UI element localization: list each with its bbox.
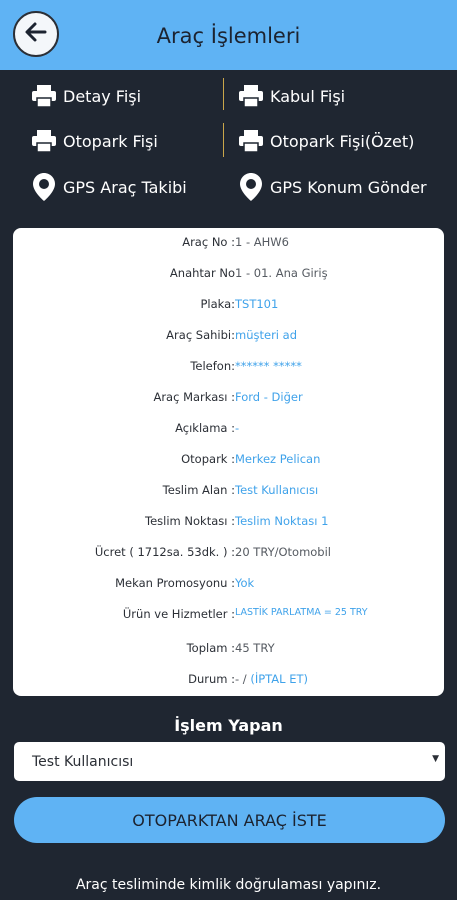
vehicle-no-value: 1 - AHW6 (235, 235, 289, 249)
identity-verification-note: Araç tesliminde kimlik doğrulaması yapın… (75, 877, 382, 893)
gps-vehicle-tracking-button[interactable]: GPS Araç Takibi (31, 173, 187, 201)
delivery-point-value[interactable]: Teslim Noktası 1 (235, 514, 328, 528)
fee-value: 20 TRY/Otomobil (235, 545, 331, 559)
detail-receipt-label: Detay Fişi (63, 86, 142, 106)
divider (223, 78, 224, 110)
printer-icon (238, 128, 264, 154)
gps-vehicle-tracking-label: GPS Araç Takibi (63, 177, 187, 197)
printer-icon (31, 128, 57, 154)
fee-label: Ücret ( 1712sa. 53dk. ) : (94, 545, 235, 559)
map-pin-icon (238, 173, 264, 201)
owner-label: Araç Sahibi: (166, 328, 235, 342)
printer-icon (238, 83, 264, 109)
detail-row: Mekan Promosyonu : Yok (13, 576, 444, 596)
printer-icon (31, 83, 57, 109)
products-services-value[interactable]: LASTİK PARLATMA = 25 TRY (235, 607, 368, 618)
status-label: Durum : (188, 672, 235, 686)
plate-value[interactable]: TST101 (235, 297, 278, 311)
app-header: Araç İşlemleri (0, 0, 457, 70)
phone-value[interactable]: ****** ***** (235, 359, 302, 373)
brand-value[interactable]: Ford - Diğer (235, 390, 303, 404)
status-text: - / (235, 672, 247, 686)
parking-summary-receipt-button[interactable]: Otopark Fişi(Özet) (238, 128, 414, 154)
vehicle-detail-card: Araç No : 1 - AHW6 Anahtar No 1 - 01. An… (13, 228, 444, 696)
parking-receipt-label: Otopark Fişi (63, 131, 158, 151)
acceptance-receipt-button[interactable]: Kabul Fişi (238, 83, 345, 109)
total-label: Toplam : (186, 641, 235, 655)
parking-label: Otopark : (181, 452, 235, 466)
phone-label: Telefon: (190, 359, 235, 373)
detail-row: Araç No : 1 - AHW6 (13, 235, 444, 255)
received-by-label: Teslim Alan : (162, 483, 235, 497)
promotion-label: Mekan Promosyonu : (115, 576, 235, 590)
delivery-point-label: Teslim Noktası : (145, 514, 235, 528)
parking-value[interactable]: Merkez Pelican (235, 452, 320, 466)
map-pin-icon (31, 173, 57, 201)
key-no-label: Anahtar No (169, 266, 235, 280)
total-value: 45 TRY (235, 641, 275, 655)
detail-row: Ürün ve Hizmetler : LASTİK PARLATMA = 25… (13, 607, 444, 627)
key-no-value: 1 - 01. Ana Giriş (235, 266, 328, 280)
status-value: - / (İPTAL ET) (235, 672, 308, 686)
detail-receipt-button[interactable]: Detay Fişi (31, 83, 141, 109)
description-value[interactable]: - (235, 421, 239, 435)
detail-row: Açıklama : - (13, 421, 444, 441)
operator-select[interactable]: Test Kullanıcısı ▼ (14, 742, 445, 781)
cancel-link[interactable]: (İPTAL ET) (250, 672, 308, 686)
owner-value[interactable]: müşteri ad (235, 328, 297, 342)
detail-row: Teslim Alan : Test Kullanıcısı (13, 483, 444, 503)
description-label: Açıklama : (175, 421, 235, 435)
operator-selected-value: Test Kullanıcısı (32, 753, 134, 770)
acceptance-receipt-label: Kabul Fişi (270, 86, 346, 106)
operator-title: İşlem Yapan (174, 716, 283, 735)
brand-label: Araç Markası : (153, 390, 235, 404)
request-vehicle-button[interactable]: OTOPARKTAN ARAÇ İSTE (14, 797, 445, 843)
detail-row: Otopark : Merkez Pelican (13, 452, 444, 472)
products-services-label: Ürün ve Hizmetler : (122, 607, 235, 621)
gps-send-location-label: GPS Konum Gönder (270, 177, 427, 197)
dropdown-arrow-icon: ▼ (432, 754, 439, 764)
page-title: Araç İşlemleri (156, 24, 301, 48)
vehicle-no-label: Araç No : (182, 235, 235, 249)
detail-row: Telefon: ****** ***** (13, 359, 444, 379)
plate-label: Plaka: (200, 297, 235, 311)
parking-receipt-button[interactable]: Otopark Fişi (31, 128, 158, 154)
detail-row: Araç Sahibi: müşteri ad (13, 328, 444, 348)
detail-row: Anahtar No 1 - 01. Ana Giriş (13, 266, 444, 286)
detail-row: Toplam : 45 TRY (13, 641, 444, 661)
detail-row: Plaka: TST101 (13, 297, 444, 317)
action-grid: Detay Fişi Kabul Fişi Otopark Fişi Otopa… (0, 70, 457, 220)
detail-row: Araç Markası : Ford - Diğer (13, 390, 444, 410)
promotion-value[interactable]: Yok (235, 576, 254, 590)
gps-send-location-button[interactable]: GPS Konum Gönder (238, 173, 427, 201)
detail-row: Durum : - / (İPTAL ET) (13, 672, 444, 692)
divider (223, 123, 224, 157)
received-by-value[interactable]: Test Kullanıcısı (235, 483, 318, 497)
detail-row: Ücret ( 1712sa. 53dk. ) : 20 TRY/Otomobi… (13, 545, 444, 565)
detail-row: Teslim Noktası : Teslim Noktası 1 (13, 514, 444, 534)
parking-summary-receipt-label: Otopark Fişi(Özet) (270, 131, 415, 151)
